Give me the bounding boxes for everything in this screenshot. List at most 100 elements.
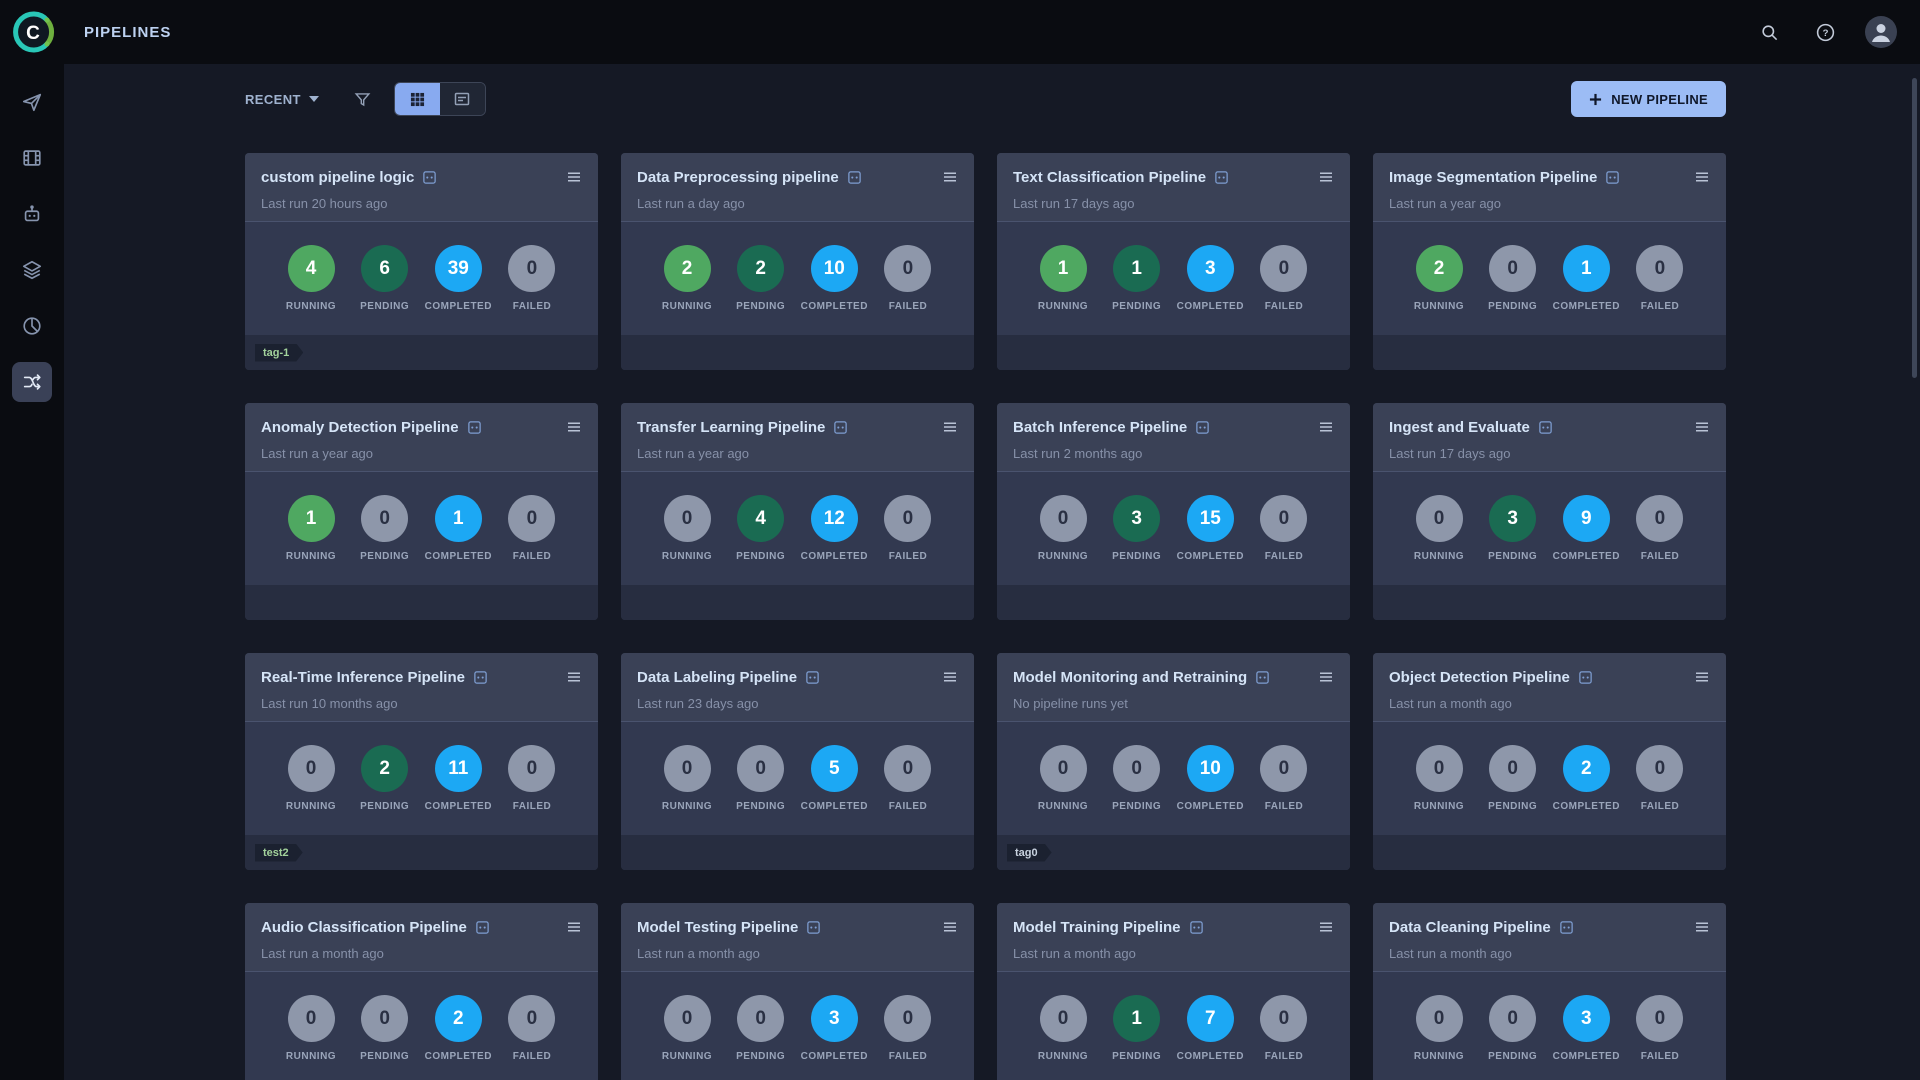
stats-row: 0RUNNING3PENDING15COMPLETED0FAILED: [997, 472, 1350, 585]
card-menu-button[interactable]: [938, 415, 962, 439]
pipeline-last-run: No pipeline runs yet: [1013, 696, 1338, 711]
pipeline-card[interactable]: Anomaly Detection Pipeline Last run a ye…: [245, 403, 598, 620]
stat-label: PENDING: [1488, 801, 1537, 812]
tag-chip[interactable]: tag-1: [255, 344, 303, 362]
card-menu-button[interactable]: [938, 665, 962, 689]
pipeline-last-run: Last run a month ago: [261, 946, 586, 961]
pipeline-card[interactable]: Model Testing Pipeline Last run a month …: [621, 903, 974, 1080]
datasets-icon: [21, 147, 43, 169]
grid-view-button[interactable]: [395, 83, 440, 115]
tag-chip[interactable]: tag0: [1007, 844, 1052, 862]
card-menu-button[interactable]: [562, 915, 586, 939]
stats-row: 1RUNNING1PENDING3COMPLETED0FAILED: [997, 222, 1350, 335]
pipeline-card[interactable]: Audio Classification Pipeline Last run a…: [245, 903, 598, 1080]
hamburger-menu-icon: [941, 668, 959, 686]
filter-button[interactable]: [353, 90, 372, 109]
card-menu-button[interactable]: [1314, 915, 1338, 939]
sidebar-item-pipelines[interactable]: [12, 362, 52, 402]
card-menu-button[interactable]: [1690, 165, 1714, 189]
stat-count: 3: [1113, 495, 1160, 542]
card-menu-button[interactable]: [938, 915, 962, 939]
pipeline-card[interactable]: Text Classification Pipeline Last run 17…: [997, 153, 1350, 370]
stat-count: 0: [884, 245, 931, 292]
stats-row: 4RUNNING6PENDING39COMPLETED0FAILED: [245, 222, 598, 335]
pipeline-card[interactable]: Object Detection Pipeline Last run a mon…: [1373, 653, 1726, 870]
scrollbar-thumb[interactable]: [1912, 78, 1917, 378]
card-menu-button[interactable]: [562, 665, 586, 689]
stat-label: PENDING: [360, 301, 409, 312]
card-header: Image Segmentation Pipeline Last run a y…: [1373, 153, 1726, 222]
stat-label: FAILED: [513, 1051, 552, 1062]
stat-count: 1: [288, 495, 335, 542]
stats-row: 0RUNNING0PENDING3COMPLETED0FAILED: [1373, 972, 1726, 1080]
pipeline-title: Data Cleaning Pipeline: [1389, 919, 1551, 936]
stat-label: COMPLETED: [1553, 1051, 1620, 1062]
stat-label: RUNNING: [1414, 551, 1464, 562]
sidebar-item-reports[interactable]: [12, 306, 52, 346]
pipeline-title: Batch Inference Pipeline: [1013, 419, 1187, 436]
pipeline-card[interactable]: Data Preprocessing pipeline Last run a d…: [621, 153, 974, 370]
card-menu-button[interactable]: [1314, 665, 1338, 689]
pipeline-card[interactable]: Image Segmentation Pipeline Last run a y…: [1373, 153, 1726, 370]
card-menu-button[interactable]: [1690, 665, 1714, 689]
stat-label: PENDING: [736, 301, 785, 312]
tag-chip[interactable]: test2: [255, 844, 303, 862]
hamburger-menu-icon: [565, 418, 583, 436]
new-pipeline-button[interactable]: NEW PIPELINE: [1571, 81, 1726, 117]
card-menu-button[interactable]: [562, 415, 586, 439]
pipeline-grid: custom pipeline logic Last run 20 hours …: [245, 153, 1726, 1080]
pipeline-card[interactable]: Real-Time Inference Pipeline Last run 10…: [245, 653, 598, 870]
hamburger-menu-icon: [1693, 168, 1711, 186]
pipeline-card[interactable]: Model Monitoring and Retraining No pipel…: [997, 653, 1350, 870]
stat-count: 0: [1489, 745, 1536, 792]
stat-count: 0: [1260, 745, 1307, 792]
help-icon[interactable]: ?: [1806, 13, 1844, 51]
card-menu-button[interactable]: [1314, 415, 1338, 439]
pipeline-mini-icon: [475, 920, 490, 935]
card-menu-button[interactable]: [938, 165, 962, 189]
stat-running: 0RUNNING: [1403, 995, 1475, 1062]
stat-failed: 0FAILED: [1624, 495, 1696, 562]
stat-label: FAILED: [1265, 801, 1304, 812]
stat-pending: 0PENDING: [349, 495, 421, 562]
stat-running: 0RUNNING: [651, 745, 723, 812]
stat-count: 0: [1416, 495, 1463, 542]
stat-running: 1RUNNING: [275, 495, 347, 562]
pipeline-mini-icon: [1578, 670, 1593, 685]
sidebar-item-layers[interactable]: [12, 250, 52, 290]
pipeline-card[interactable]: Ingest and Evaluate Last run 17 days ago…: [1373, 403, 1726, 620]
card-menu-button[interactable]: [1690, 415, 1714, 439]
pipeline-card[interactable]: Transfer Learning Pipeline Last run a ye…: [621, 403, 974, 620]
stat-pending: 2PENDING: [725, 245, 797, 312]
user-avatar-icon[interactable]: [1862, 13, 1900, 51]
pipeline-card[interactable]: Batch Inference Pipeline Last run 2 mont…: [997, 403, 1350, 620]
stat-completed: 9COMPLETED: [1550, 495, 1622, 562]
pipeline-title: Audio Classification Pipeline: [261, 919, 467, 936]
sidebar-item-projects[interactable]: [12, 82, 52, 122]
stat-completed: 15COMPLETED: [1174, 495, 1246, 562]
stat-count: 0: [884, 495, 931, 542]
stat-pending: 3PENDING: [1477, 495, 1549, 562]
stat-label: COMPLETED: [1553, 551, 1620, 562]
sort-dropdown[interactable]: RECENT: [245, 92, 319, 107]
pipeline-last-run: Last run a day ago: [637, 196, 962, 211]
pipeline-card[interactable]: Data Labeling Pipeline Last run 23 days …: [621, 653, 974, 870]
sidebar-item-models[interactable]: [12, 194, 52, 234]
stat-failed: 0FAILED: [1248, 245, 1320, 312]
pipeline-card[interactable]: Data Cleaning Pipeline Last run a month …: [1373, 903, 1726, 1080]
list-view-button[interactable]: [440, 83, 485, 115]
pipeline-last-run: Last run 20 hours ago: [261, 196, 586, 211]
pipeline-last-run: Last run a month ago: [637, 946, 962, 961]
card-menu-button[interactable]: [562, 165, 586, 189]
sidebar-item-datasets[interactable]: [12, 138, 52, 178]
pipeline-last-run: Last run 17 days ago: [1389, 446, 1714, 461]
card-menu-button[interactable]: [1314, 165, 1338, 189]
stat-count: 0: [288, 745, 335, 792]
stat-label: RUNNING: [1038, 801, 1088, 812]
pipeline-card[interactable]: custom pipeline logic Last run 20 hours …: [245, 153, 598, 370]
stat-count: 0: [1040, 495, 1087, 542]
search-icon[interactable]: [1750, 13, 1788, 51]
card-menu-button[interactable]: [1690, 915, 1714, 939]
card-header: Data Cleaning Pipeline Last run a month …: [1373, 903, 1726, 972]
pipeline-card[interactable]: Model Training Pipeline Last run a month…: [997, 903, 1350, 1080]
